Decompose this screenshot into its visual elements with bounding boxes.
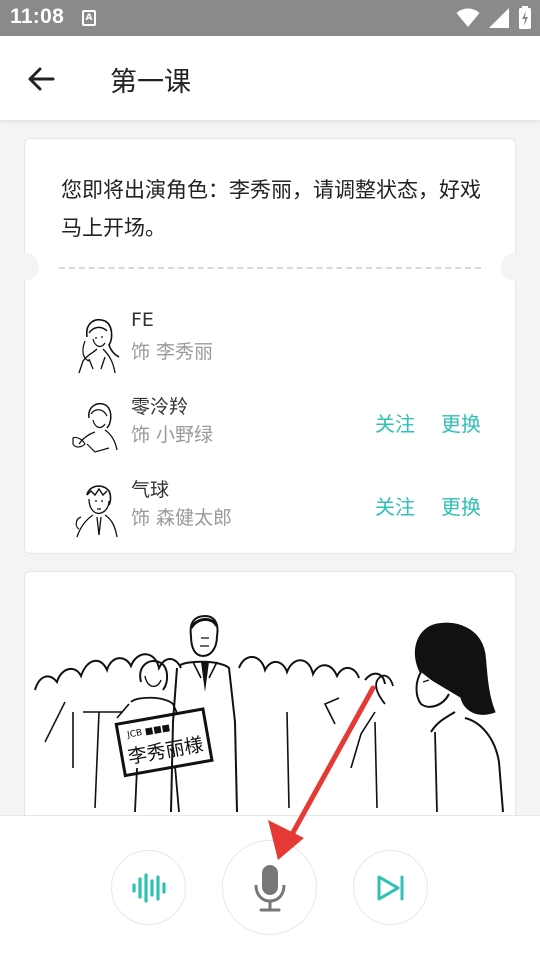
follow-button[interactable]: 关注 bbox=[375, 491, 415, 520]
arrow-left-icon[interactable] bbox=[26, 64, 56, 94]
role-actor-name: 零泠羚 bbox=[131, 396, 189, 418]
follow-button[interactable]: 关注 bbox=[375, 408, 415, 437]
status-icons bbox=[456, 6, 532, 30]
battery-icon bbox=[519, 6, 531, 29]
scene-illustration: JCB ■■■ 李秀丽様 bbox=[34, 614, 504, 813]
signal-icon bbox=[489, 8, 509, 28]
role-row: FE 饰 李秀丽 bbox=[25, 305, 517, 375]
microphone-icon bbox=[254, 864, 285, 911]
wifi-icon bbox=[456, 8, 480, 27]
ticket-notch-left bbox=[11, 253, 39, 281]
notification-icon: A bbox=[82, 10, 96, 26]
bottom-control-bar bbox=[0, 815, 540, 960]
waveform-icon bbox=[131, 872, 166, 903]
page-title: 第一课 bbox=[110, 67, 191, 98]
status-bar: 11:08 A bbox=[0, 0, 540, 36]
app-bar: 第一课 bbox=[0, 36, 540, 120]
role-character: 饰 森健太郎 bbox=[131, 507, 233, 529]
role-actor-name: FE bbox=[131, 309, 154, 331]
skip-next-button[interactable] bbox=[353, 850, 428, 925]
role-row: 零泠羚 饰 小野绿 关注 更换 bbox=[25, 388, 517, 458]
dashed-divider bbox=[59, 267, 481, 269]
role-intro-card: 您即将出演角色：李秀丽，请调整状态，好戏马上开场。 FE 饰 李秀丽 零泠羚 饰… bbox=[11, 138, 529, 554]
avatar bbox=[78, 319, 120, 374]
ticket-notch-right bbox=[501, 253, 529, 281]
role-actor-name: 气球 bbox=[131, 479, 170, 501]
role-row: 气球 饰 森健太郎 关注 更换 bbox=[25, 471, 517, 541]
scene-illustration-card: JCB ■■■ 李秀丽様 bbox=[24, 571, 516, 831]
record-button[interactable] bbox=[222, 840, 317, 935]
skip-next-icon bbox=[377, 875, 403, 900]
intro-message: 您即将出演角色：李秀丽，请调整状态，好戏马上开场。 bbox=[61, 178, 481, 240]
avatar bbox=[72, 402, 118, 453]
waveform-button[interactable] bbox=[111, 850, 186, 925]
avatar bbox=[75, 485, 118, 538]
status-time: 11:08 bbox=[10, 5, 65, 28]
change-button[interactable]: 更换 bbox=[441, 491, 481, 520]
role-character: 饰 李秀丽 bbox=[131, 341, 214, 363]
change-button[interactable]: 更换 bbox=[441, 408, 481, 437]
role-character: 饰 小野绿 bbox=[131, 424, 214, 446]
